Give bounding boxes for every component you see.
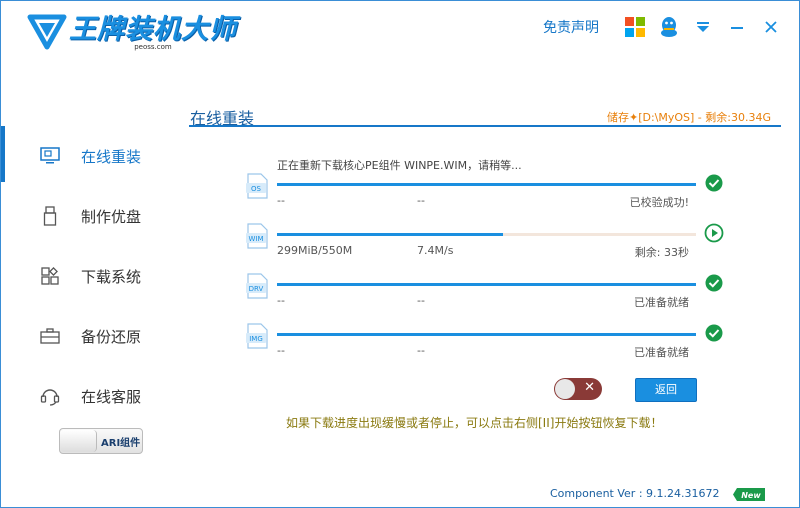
sidebar-item-label: 在线客服 [81,387,142,406]
sidebar-item-download-system[interactable]: 下载系统 [1,246,181,306]
sidebar-item-make-usb[interactable]: 制作优盘 [1,186,181,246]
toggle-off-icon: ✕ [584,380,595,395]
progress-bar [277,333,696,336]
check-icon [705,274,723,292]
component-version: Component Ver : 9.1.24.31672 [550,487,763,500]
downloaded-size: -- [277,344,285,357]
sidebar-item-label: 下载系统 [81,267,142,286]
main-window: 王牌装机大师 peoss.com 免责声明 在线重装 制作优盘 下载系统 备份还… [0,0,800,508]
file-drv-icon: DRV [246,273,268,299]
row-status-text: 已准备就绪 [634,296,689,309]
usb-icon [39,205,61,227]
download-row-drv: DRV -- -- 已准备就绪 [245,273,725,319]
auto-shutdown-toggle[interactable]: ✕ [554,378,602,400]
new-badge-label: New [741,491,761,500]
ari-toggle-knob [60,430,97,452]
progress-bar [277,233,696,236]
title-divider [189,125,781,127]
download-speed: -- [417,194,425,207]
download-speed: -- [417,344,425,357]
new-badge: New [733,488,765,501]
row-status-text: 剩余: 33秒 [634,246,689,259]
sidebar-item-online-service[interactable]: 在线客服 [1,366,181,426]
headset-icon [39,385,61,407]
file-wim-icon: WIM [246,223,268,249]
downloaded-size: -- [277,194,285,207]
download-row-img: IMG -- -- 已准备就绪 [245,323,725,369]
download-row-os: OS -- -- 已校验成功! [245,173,725,219]
menu-dropdown-icon[interactable] [691,15,715,39]
row-status-text: 已校验成功! [629,196,689,209]
downloaded-size: 299MiB/550M [277,244,353,257]
progress-fill [277,183,696,186]
storage-info: 储存✦[D:\MyOS] - 剩余:30.34G [606,111,771,124]
header-controls: 免责声明 [543,15,783,39]
play-resume-icon[interactable] [704,223,724,243]
back-button[interactable]: 返回 [635,378,697,402]
sidebar-item-label: 制作优盘 [81,207,142,226]
close-icon[interactable] [759,15,783,39]
file-os-icon: OS [246,173,268,199]
ari-label: ARI组件 [101,437,141,449]
file-label: DRV [249,285,264,293]
sidebar-item-label: 备份还原 [81,327,142,346]
progress-bar [277,183,696,186]
sidebar-item-backup-restore[interactable]: 备份还原 [1,306,181,366]
ari-component-toggle[interactable]: ARI组件 [59,428,143,454]
download-speed: 7.4M/s [417,244,454,257]
progress-fill [277,233,504,236]
downloaded-size: -- [277,294,285,307]
version-text: Component Ver : 9.1.24.31672 [550,487,720,500]
logo-shield-icon [27,14,67,50]
progress-fill [277,333,696,336]
disclaimer-link[interactable]: 免责声明 [543,17,599,37]
download-speed: -- [417,294,425,307]
row-status-text: 已准备就绪 [634,346,689,359]
sidebar-item-label: 在线重装 [81,147,142,166]
progress-bar [277,283,696,286]
status-message: 正在重新下载核心PE组件 WINPE.WIM，请稍等... [277,159,522,172]
windows-icon[interactable] [623,15,647,39]
download-row-wim: WIM 299MiB/550M 7.4M/s 剩余: 33秒 [245,223,725,269]
file-label: IMG [249,335,263,343]
toggle-knob [555,379,575,399]
minimize-icon[interactable] [725,15,749,39]
grid-icon [39,265,61,287]
briefcase-icon [39,325,61,347]
app-logo: 王牌装机大师 peoss.com [27,13,237,51]
monitor-icon [39,145,61,167]
check-icon [705,174,723,192]
file-img-icon: IMG [246,323,268,349]
hint-text: 如果下载进度出现缓慢或者停止，可以点击右侧[II]开始按钮恢复下载！ [286,416,663,430]
file-label: OS [251,185,262,193]
sidebar: 在线重装 制作优盘 下载系统 备份还原 在线客服 [1,126,181,426]
sidebar-item-online-reinstall[interactable]: 在线重装 [1,126,181,186]
progress-fill [277,283,696,286]
check-icon [705,324,723,342]
app-title: 王牌装机大师 [69,14,237,45]
file-label: WIM [248,235,263,243]
qq-icon[interactable] [657,15,681,39]
